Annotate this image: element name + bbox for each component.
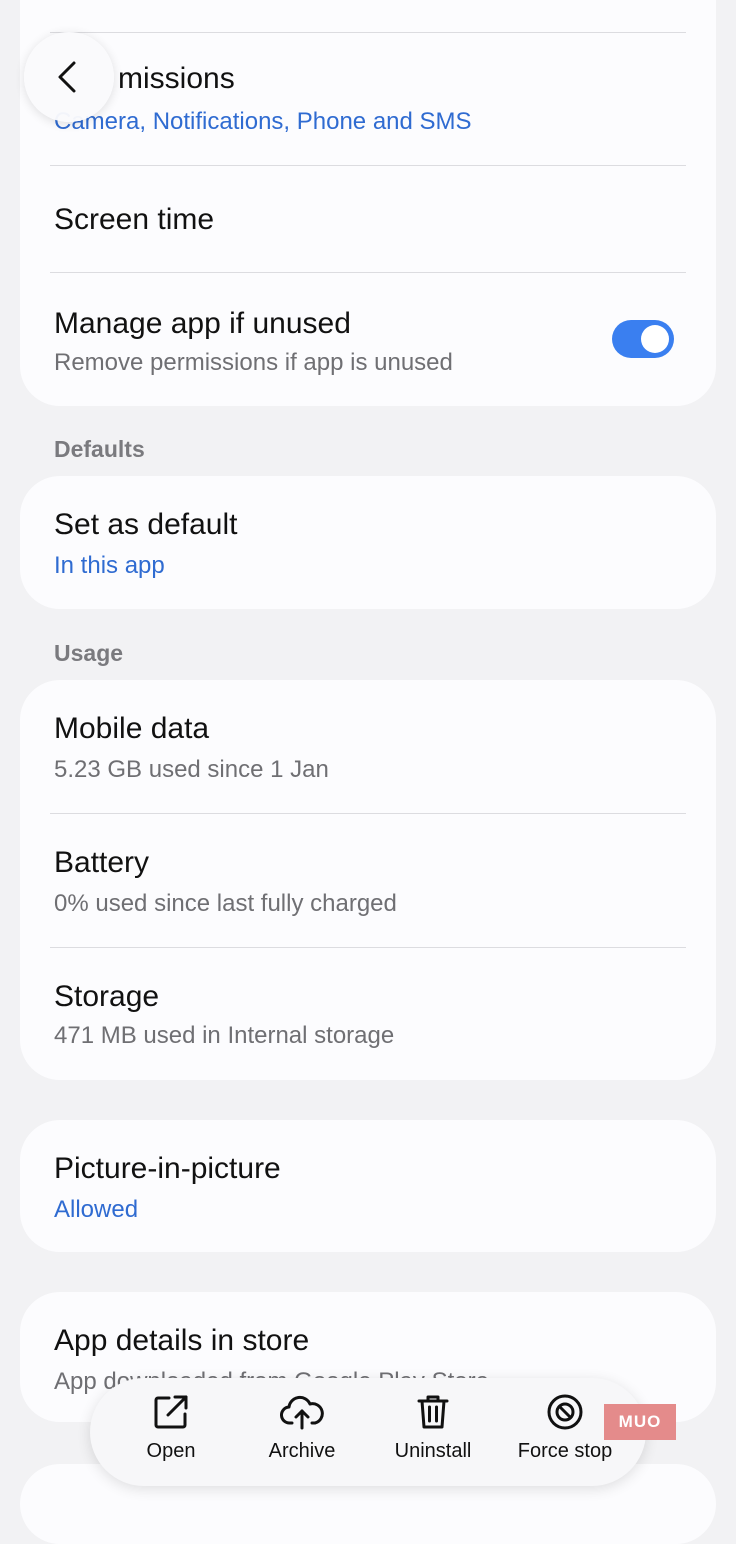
archive-button[interactable]: Archive (237, 1392, 367, 1463)
manage-app-title: Manage app if unused (54, 307, 351, 340)
chevron-left-icon (58, 61, 76, 93)
app-settings-card: missions Camera, Notifications, Phone an… (20, 0, 716, 406)
stop-circle-icon (547, 1394, 583, 1430)
screen-time-title: Screen time (54, 203, 215, 236)
muo-watermark-logo: MUO (604, 1404, 676, 1440)
battery-title: Battery (54, 846, 150, 879)
storage-subtitle: 471 MB used in Internal storage (54, 1022, 395, 1049)
store-title: App details in store (54, 1324, 310, 1357)
uninstall-button[interactable]: Uninstall (368, 1392, 498, 1463)
back-button[interactable] (24, 32, 114, 122)
battery-row[interactable]: Battery 0% used since last fully charged (54, 814, 682, 947)
mobile-data-title: Mobile data (54, 712, 210, 745)
open-button[interactable]: Open (106, 1392, 236, 1463)
permissions-subtitle: Camera, Notifications, Phone and SMS (54, 108, 472, 135)
defaults-card: Set as default In this app (20, 476, 716, 609)
pip-card: Picture-in-picture Allowed (20, 1120, 716, 1252)
battery-subtitle: 0% used since last fully charged (54, 890, 397, 917)
permissions-row[interactable]: missions Camera, Notifications, Phone an… (54, 42, 682, 166)
pip-title: Picture-in-picture (54, 1152, 281, 1185)
mobile-data-row[interactable]: Mobile data 5.23 GB used since 1 Jan (54, 680, 682, 813)
toggle-knob (641, 325, 669, 353)
archive-label: Archive (268, 1440, 336, 1462)
uninstall-label: Uninstall (394, 1440, 472, 1462)
storage-title: Storage (54, 980, 160, 1013)
usage-card: Mobile data 5.23 GB used since 1 Jan Bat… (20, 680, 716, 1080)
trash-icon (417, 1395, 449, 1429)
manage-app-toggle[interactable] (612, 320, 674, 358)
storage-row[interactable]: Storage 471 MB used in Internal storage (54, 948, 682, 1080)
force-stop-label: Force stop (517, 1440, 613, 1462)
set-default-subtitle: In this app (54, 552, 165, 579)
set-default-title: Set as default (54, 508, 238, 541)
cloud-upload-icon (280, 1395, 324, 1430)
pip-subtitle: Allowed (54, 1196, 139, 1223)
section-label-defaults: Defaults (54, 436, 145, 462)
open-external-icon (154, 1395, 188, 1429)
bottom-action-bar: Open Archive Uninstall Force stop (90, 1378, 646, 1486)
pip-row[interactable]: Picture-in-picture Allowed (54, 1120, 682, 1252)
open-label: Open (146, 1440, 196, 1462)
permissions-title: missions (118, 62, 235, 95)
top-divider (50, 32, 686, 33)
screen-time-row[interactable]: Screen time (54, 166, 682, 272)
section-label-usage: Usage (54, 640, 124, 666)
manage-app-subtitle: Remove permissions if app is unused (54, 349, 453, 376)
mobile-data-subtitle: 5.23 GB used since 1 Jan (54, 756, 329, 783)
manage-app-row[interactable]: Manage app if unused Remove permissions … (54, 273, 682, 406)
set-default-row[interactable]: Set as default In this app (54, 476, 682, 609)
